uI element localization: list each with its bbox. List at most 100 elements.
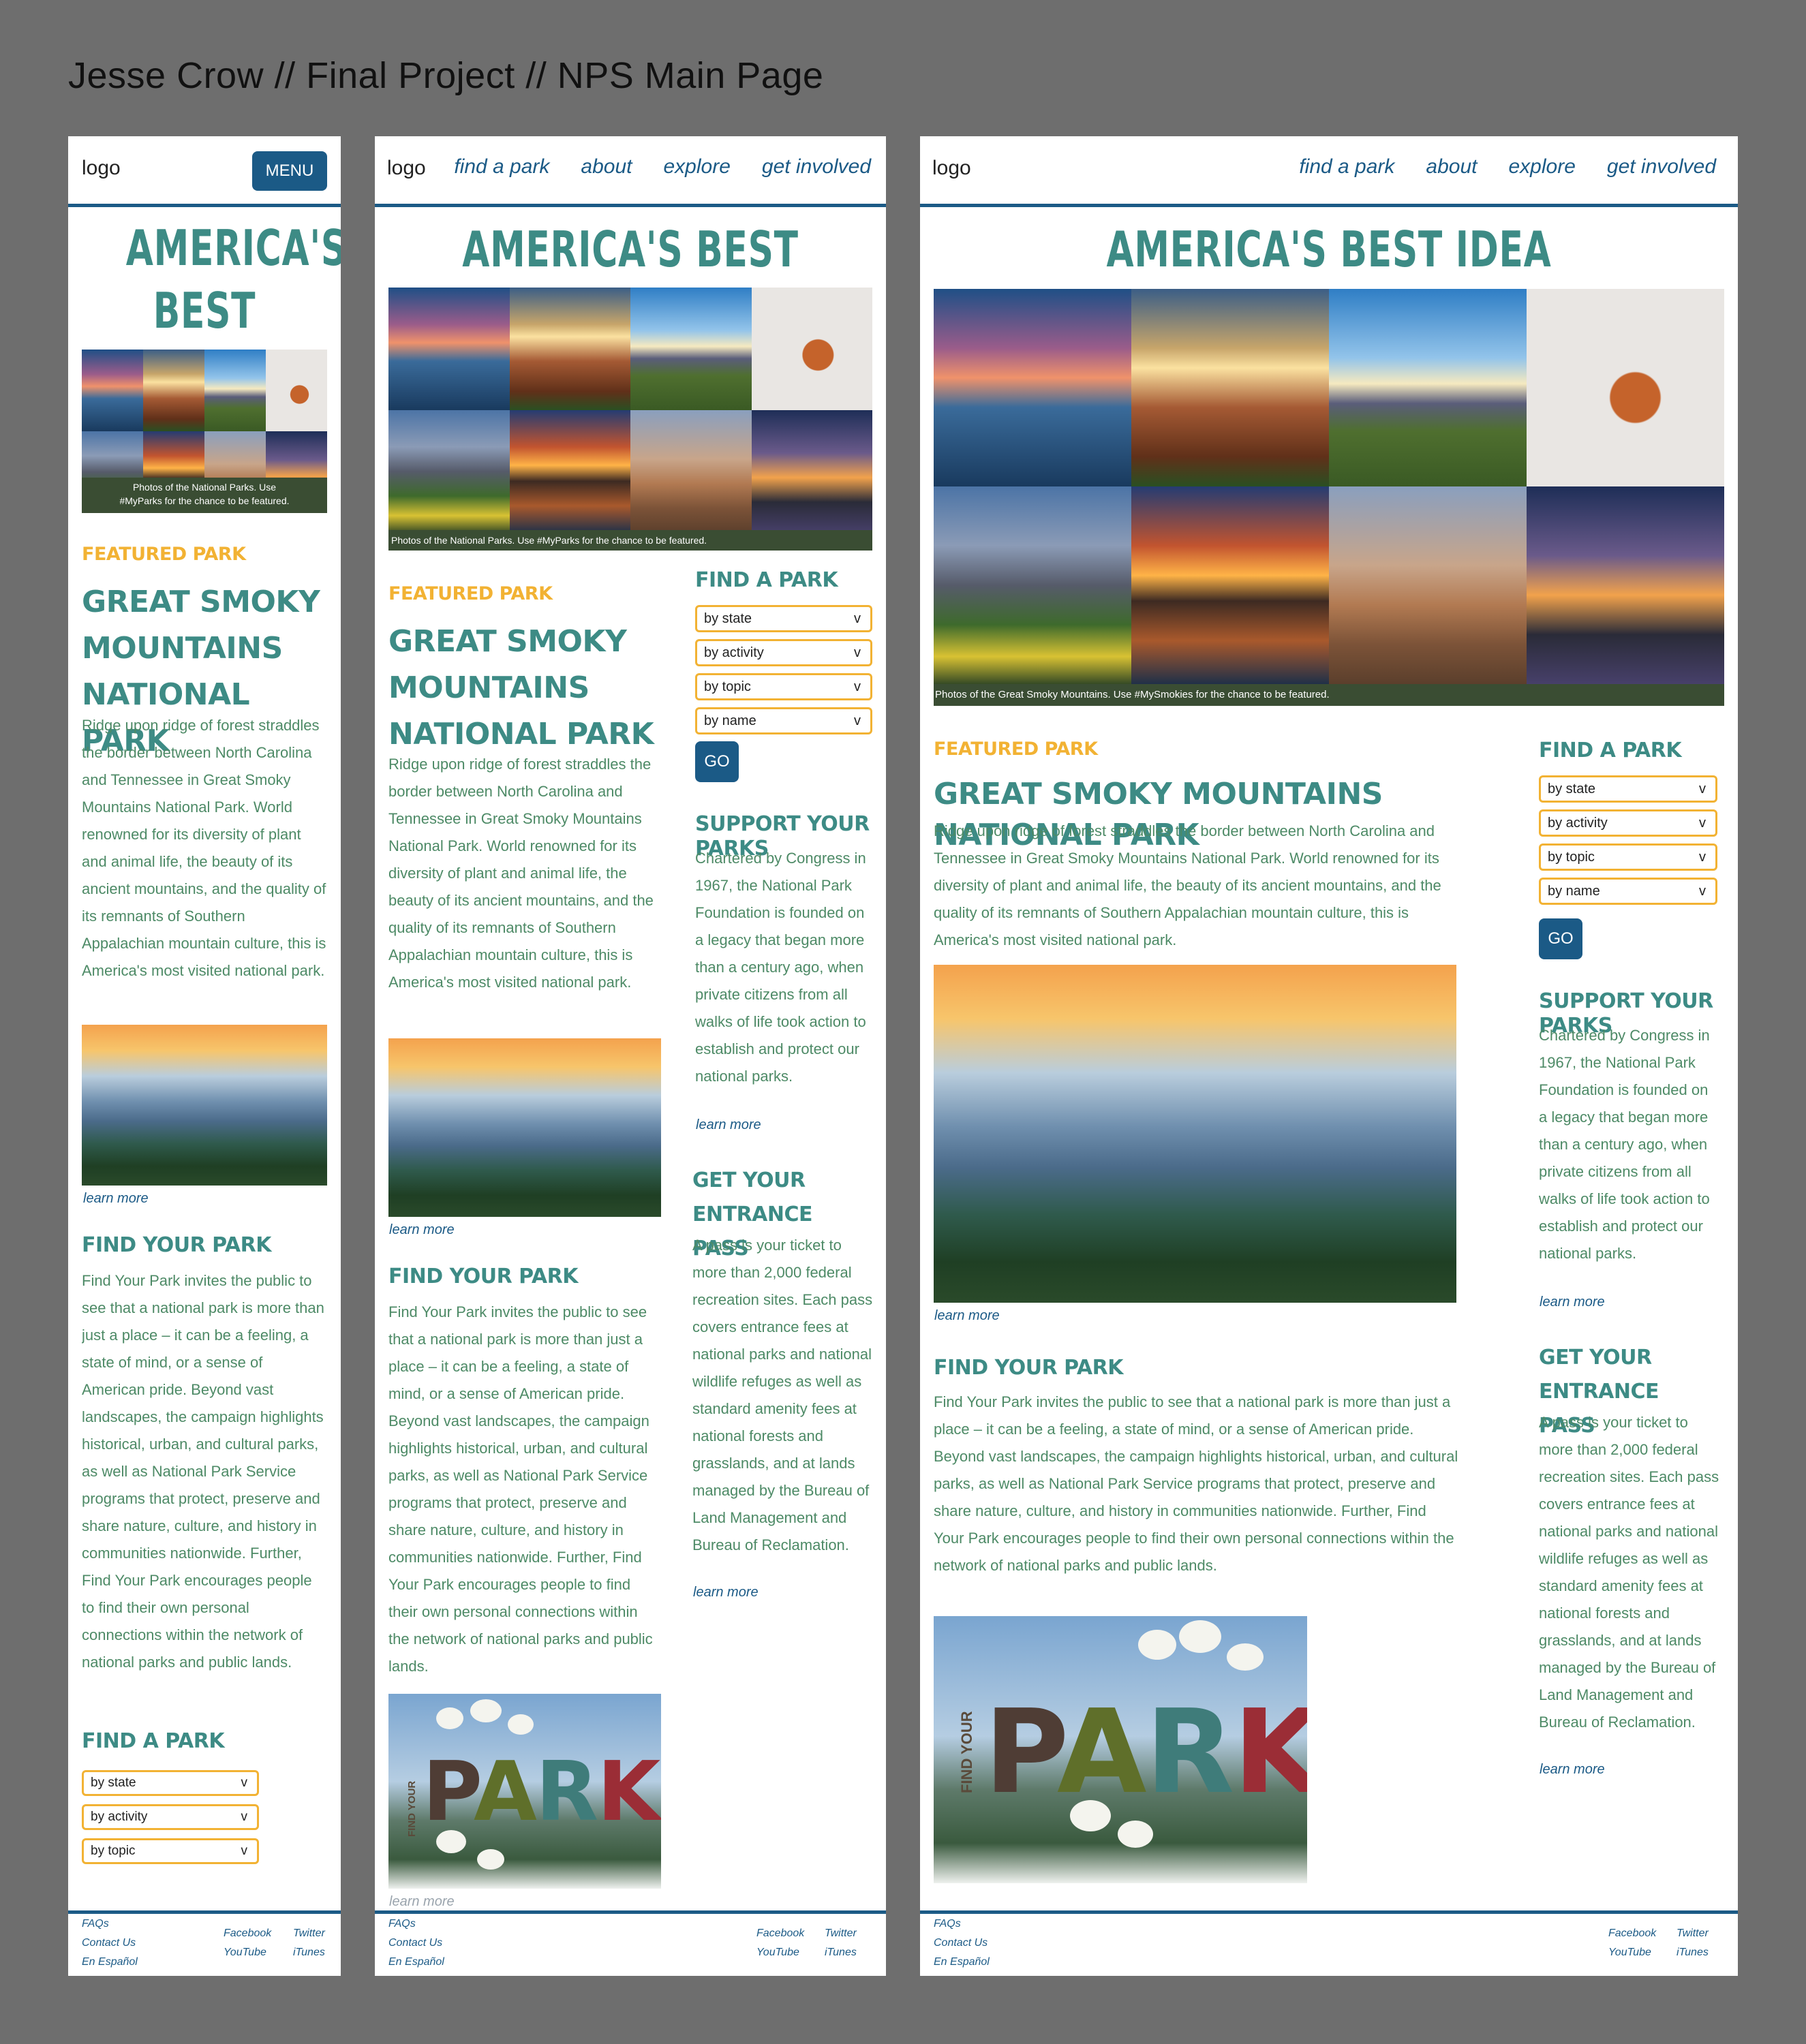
footer-link-contact[interactable]: Contact Us <box>934 1937 988 1949</box>
footer-link-twitter[interactable]: Twitter <box>1677 1927 1709 1940</box>
chevron-down-icon: v <box>241 1776 248 1790</box>
footer-link-faqs[interactable]: FAQs <box>388 1918 416 1930</box>
mobile-mockup: logo MENU AMERICA'S BEST IDEA Photos of … <box>68 136 341 1976</box>
chevron-down-icon: v <box>1699 884 1706 899</box>
site-footer: FAQs Contact Us En Español Facebook Twit… <box>920 1910 1738 1976</box>
mosaic-photo <box>1329 289 1527 486</box>
dropdown-by-state[interactable]: by state v <box>82 1770 259 1796</box>
dropdown-by-activity[interactable]: by activity v <box>695 639 872 666</box>
desktop-mockup: logo find a park about explore get invol… <box>920 136 1738 1976</box>
find-your-park-body: Find Your Park invites the public to see… <box>934 1393 1458 1574</box>
nav-about[interactable]: about <box>581 155 632 179</box>
mosaic-photo <box>143 350 204 431</box>
dropdown-by-state[interactable]: by state v <box>1539 775 1717 803</box>
site-header: logo find a park about explore get invol… <box>375 136 886 207</box>
featured-label: FEATURED PARK <box>934 739 1098 760</box>
go-button[interactable]: GO <box>695 741 739 782</box>
footer-link-espanol[interactable]: En Español <box>934 1956 990 1968</box>
entrance-pass-learn-more-link[interactable]: learn more <box>1540 1762 1605 1778</box>
hero-caption: Photos of the Great Smoky Mountains. Use… <box>934 684 1724 706</box>
hero-photo-mosaic <box>934 289 1724 684</box>
nav-explore[interactable]: explore <box>1508 155 1575 179</box>
entrance-pass-learn-more-link[interactable]: learn more <box>693 1585 759 1600</box>
nav-find-a-park[interactable]: find a park <box>454 155 549 179</box>
menu-button[interactable]: MENU <box>252 151 327 191</box>
nav-get-involved[interactable]: get involved <box>762 155 871 179</box>
dropdown-by-activity[interactable]: by activity v <box>1539 809 1717 837</box>
featured-park-photo[interactable] <box>388 1038 661 1217</box>
footer-link-twitter[interactable]: Twitter <box>293 1927 325 1940</box>
mosaic-photo <box>509 288 630 410</box>
featured-park-photo[interactable] <box>934 965 1456 1303</box>
go-button[interactable]: GO <box>1539 918 1582 959</box>
featured-learn-more-link[interactable]: learn more <box>83 1191 149 1207</box>
mosaic-photo <box>1131 486 1329 684</box>
support-learn-more-link[interactable]: learn more <box>1540 1295 1605 1310</box>
dropdown-by-activity[interactable]: by activity v <box>82 1804 259 1830</box>
dropdown-by-topic[interactable]: by topic v <box>1539 843 1717 871</box>
featured-learn-more-link[interactable]: learn more <box>389 1222 455 1238</box>
featured-park-photo[interactable] <box>82 1025 327 1186</box>
footer-link-contact[interactable]: Contact Us <box>388 1937 442 1949</box>
mosaic-photo <box>204 350 266 431</box>
footer-link-youtube[interactable]: YouTube <box>1608 1947 1651 1959</box>
footer-link-facebook[interactable]: Facebook <box>756 1927 804 1940</box>
footer-link-twitter[interactable]: Twitter <box>825 1927 857 1940</box>
footer-link-itunes[interactable]: iTunes <box>293 1947 325 1959</box>
find-your-park-image[interactable]: FIND YOUR PARK <box>388 1694 661 1889</box>
footer-link-espanol[interactable]: En Español <box>388 1956 444 1968</box>
featured-body: Ridge upon ridge of forest straddles the… <box>934 822 1441 948</box>
find-a-park-title: FIND A PARK <box>695 568 838 592</box>
site-header: logo MENU <box>68 136 341 207</box>
nav-explore[interactable]: explore <box>663 155 730 179</box>
dropdown-by-state[interactable]: by state v <box>695 605 872 632</box>
find-your-park-learn-more-link[interactable]: learn more <box>389 1894 455 1910</box>
mosaic-photo-fox <box>1527 289 1724 486</box>
site-header: logo find a park about explore get invol… <box>920 136 1738 207</box>
footer-link-facebook[interactable]: Facebook <box>224 1927 271 1940</box>
support-learn-more-link[interactable]: learn more <box>696 1117 761 1133</box>
footer-link-faqs[interactable]: FAQs <box>934 1918 961 1930</box>
footer-link-youtube[interactable]: YouTube <box>756 1947 799 1959</box>
nav-get-involved[interactable]: get involved <box>1607 155 1716 179</box>
footer-link-faqs[interactable]: FAQs <box>82 1918 109 1930</box>
dropdown-by-topic[interactable]: by topic v <box>82 1838 259 1864</box>
page-title: Jesse Crow // Final Project // NPS Main … <box>68 55 824 96</box>
nav-about[interactable]: about <box>1426 155 1477 179</box>
main-nav: find a park about explore get involved <box>454 155 871 179</box>
footer-link-facebook[interactable]: Facebook <box>1608 1927 1656 1940</box>
footer-link-contact[interactable]: Contact Us <box>82 1937 136 1949</box>
find-a-park-title: FIND A PARK <box>82 1729 225 1753</box>
featured-learn-more-link[interactable]: learn more <box>934 1308 1000 1324</box>
mosaic-photo <box>751 410 872 533</box>
entrance-pass-body: A pass is your ticket to more than 2,000… <box>692 1237 873 1553</box>
hero-caption: Photos of the National Parks. Use #MyPar… <box>388 530 872 551</box>
main-nav: find a park about explore get involved <box>1299 155 1716 179</box>
footer-link-espanol[interactable]: En Español <box>82 1956 138 1968</box>
chevron-down-icon: v <box>854 645 861 660</box>
mosaic-photo <box>934 486 1131 684</box>
mosaic-photo-fox <box>751 288 872 410</box>
chevron-down-icon: v <box>241 1844 248 1858</box>
mosaic-photo <box>934 289 1131 486</box>
chevron-down-icon: v <box>854 611 861 626</box>
featured-title: GREAT SMOKY MOUNTAINS NATIONAL PARK <box>388 624 654 752</box>
footer-link-itunes[interactable]: iTunes <box>1677 1947 1709 1959</box>
find-your-park-image[interactable]: FIND YOUR PARK <box>934 1616 1307 1883</box>
mosaic-photo <box>388 288 510 410</box>
dropdown-by-name[interactable]: by name v <box>695 707 872 734</box>
chevron-down-icon: v <box>854 713 861 728</box>
find-your-park-title: FIND YOUR PARK <box>388 1265 578 1288</box>
dropdown-by-name[interactable]: by name v <box>1539 878 1717 905</box>
footer-link-youtube[interactable]: YouTube <box>224 1947 266 1959</box>
nav-find-a-park[interactable]: find a park <box>1299 155 1394 179</box>
site-logo[interactable]: logo <box>387 157 426 180</box>
site-logo[interactable]: logo <box>932 157 971 180</box>
mosaic-photo <box>630 288 752 410</box>
featured-body: Ridge upon ridge of forest straddles the… <box>82 717 326 979</box>
chevron-down-icon: v <box>854 679 861 694</box>
site-logo[interactable]: logo <box>82 157 121 180</box>
mosaic-photo <box>1329 486 1527 684</box>
dropdown-by-topic[interactable]: by topic v <box>695 673 872 700</box>
footer-link-itunes[interactable]: iTunes <box>825 1947 857 1959</box>
